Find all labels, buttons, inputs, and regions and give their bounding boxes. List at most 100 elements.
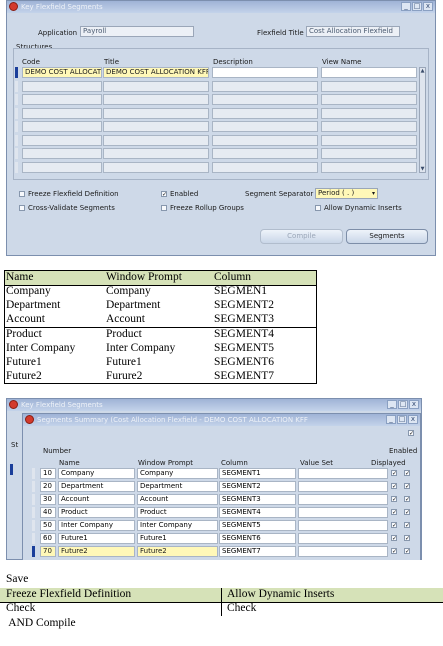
allow-dynamic-checkbox[interactable] (315, 205, 321, 211)
segment-row-indicator[interactable] (32, 494, 35, 505)
close-icon[interactable]: x (408, 415, 418, 424)
segment-row-indicator[interactable] (32, 520, 35, 531)
displayed-checkbox[interactable]: ✓ (391, 509, 397, 516)
structure-view-name-cell[interactable] (321, 94, 417, 105)
structure-title-cell[interactable] (103, 148, 209, 159)
structure-title-cell[interactable] (103, 80, 209, 92)
enabled-checkbox[interactable]: ✓ (404, 522, 410, 529)
scroll-down-icon[interactable]: ▼ (420, 166, 425, 172)
structure-row-indicator[interactable] (15, 94, 18, 105)
structure-title-cell[interactable] (103, 94, 209, 105)
structure-title-cell[interactable] (103, 107, 209, 119)
enabled-checkbox[interactable]: ✓ (404, 548, 410, 555)
structure-description-cell[interactable] (212, 107, 318, 119)
maximize-icon[interactable]: □ (397, 415, 407, 424)
structure-view-name-cell[interactable] (321, 121, 417, 132)
structure-description-cell[interactable] (212, 148, 318, 159)
enabled-checkbox[interactable]: ✓ (404, 535, 410, 542)
segment-number-cell[interactable]: 70 (40, 546, 56, 557)
structure-row-indicator[interactable] (15, 80, 18, 92)
cross-validate-checkbox[interactable] (19, 205, 25, 211)
segment-name-cell[interactable]: Department (58, 481, 135, 492)
segment-value-set-cell[interactable] (298, 520, 388, 531)
structure-code-cell[interactable] (22, 107, 102, 119)
structure-row-indicator[interactable] (15, 134, 18, 146)
scroll-up-icon[interactable]: ▲ (420, 68, 425, 74)
displayed-checkbox[interactable]: ✓ (391, 535, 397, 542)
structure-code-cell[interactable] (22, 94, 102, 105)
freeze-rollup-checkbox[interactable] (161, 205, 167, 211)
structure-view-name-cell[interactable] (321, 148, 417, 159)
structure-title-cell[interactable] (103, 121, 209, 132)
enabled-checkbox[interactable]: ✓ (404, 483, 410, 490)
freeze-flexfield-checkbox[interactable] (19, 191, 25, 197)
segment-prompt-cell[interactable]: Product (137, 507, 218, 518)
close-icon[interactable]: x (423, 2, 433, 11)
structure-view-name-cell[interactable] (321, 80, 417, 92)
flexfield-title-field[interactable]: Cost Allocation Flexfield (306, 26, 400, 37)
segment-name-cell[interactable]: Inter Company (58, 520, 135, 531)
segment-number-cell[interactable]: 20 (40, 481, 56, 492)
segment-name-cell[interactable]: Product (58, 507, 135, 518)
chevron-down-icon[interactable]: ▾ (372, 189, 375, 198)
segment-prompt-cell[interactable]: Inter Company (137, 520, 218, 531)
segment-separator-select[interactable]: Period ( . ) ▾ (315, 188, 378, 199)
structure-code-cell[interactable] (22, 161, 102, 173)
structures-scrollbar[interactable]: ▲ ▼ (419, 67, 426, 173)
segment-column-cell[interactable]: SEGMENT6 (219, 533, 296, 544)
segment-value-set-cell[interactable] (298, 546, 388, 557)
structure-row-indicator[interactable] (15, 148, 18, 159)
segment-prompt-cell[interactable]: Future1 (137, 533, 218, 544)
structure-title-cell[interactable] (103, 161, 209, 173)
segment-number-cell[interactable]: 40 (40, 507, 56, 518)
structure-description-cell[interactable] (212, 67, 318, 78)
structure-description-cell[interactable] (212, 134, 318, 146)
segment-prompt-cell[interactable]: Department (137, 481, 218, 492)
enabled-checkbox[interactable]: ✓ (404, 470, 410, 477)
maximize-icon[interactable]: □ (398, 400, 408, 409)
segment-value-set-cell[interactable] (298, 507, 388, 518)
segment-column-cell[interactable]: SEGMENT7 (219, 546, 296, 557)
minimize-icon[interactable]: _ (401, 2, 411, 11)
segment-name-cell[interactable]: Company (58, 468, 135, 479)
segment-prompt-cell[interactable]: Account (137, 494, 218, 505)
segment-value-set-cell[interactable] (298, 533, 388, 544)
segment-column-cell[interactable]: SEGMENT3 (219, 494, 296, 505)
structure-title-cell[interactable]: DEMO COST ALLOCATION KFF (103, 67, 209, 78)
structure-code-cell[interactable] (22, 134, 102, 146)
segment-number-cell[interactable]: 30 (40, 494, 56, 505)
segment-value-set-cell[interactable] (298, 494, 388, 505)
maximize-icon[interactable]: □ (412, 2, 422, 11)
back-window-titlebar[interactable]: Key Flexfield Segments _ □ x (7, 399, 421, 411)
close-icon[interactable]: x (409, 400, 419, 409)
segment-name-cell[interactable]: Future2 (58, 546, 135, 557)
segment-row-indicator[interactable] (32, 533, 35, 544)
segment-number-cell[interactable]: 50 (40, 520, 56, 531)
application-field[interactable]: Payroll (80, 26, 194, 37)
structure-view-name-cell[interactable] (321, 107, 417, 119)
compile-button[interactable]: Compile (260, 229, 343, 244)
displayed-checkbox[interactable]: ✓ (391, 522, 397, 529)
segment-name-cell[interactable]: Account (58, 494, 135, 505)
segment-column-cell[interactable]: SEGMENT2 (219, 481, 296, 492)
structure-description-cell[interactable] (212, 94, 318, 105)
displayed-checkbox[interactable]: ✓ (391, 470, 397, 477)
segment-row-indicator[interactable] (32, 546, 35, 557)
structure-description-cell[interactable] (212, 161, 318, 173)
segment-prompt-cell[interactable]: Future2 (137, 546, 218, 557)
segments-button[interactable]: Segments (346, 229, 428, 244)
segment-row-indicator[interactable] (32, 468, 35, 479)
minimize-icon[interactable]: _ (387, 400, 397, 409)
segment-prompt-cell[interactable]: Company (137, 468, 218, 479)
segment-column-cell[interactable]: SEGMENT4 (219, 507, 296, 518)
displayed-checkbox[interactable]: ✓ (391, 548, 397, 555)
structure-description-cell[interactable] (212, 121, 318, 132)
segment-value-set-cell[interactable] (298, 468, 388, 479)
structure-view-name-cell[interactable] (321, 67, 417, 78)
structure-code-cell[interactable] (22, 80, 102, 92)
structure-code-cell[interactable] (22, 121, 102, 132)
enabled-checkbox[interactable]: ✓ (161, 191, 167, 198)
displayed-checkbox[interactable]: ✓ (391, 496, 397, 503)
segment-column-cell[interactable]: SEGMENT1 (219, 468, 296, 479)
segment-number-cell[interactable]: 10 (40, 468, 56, 479)
